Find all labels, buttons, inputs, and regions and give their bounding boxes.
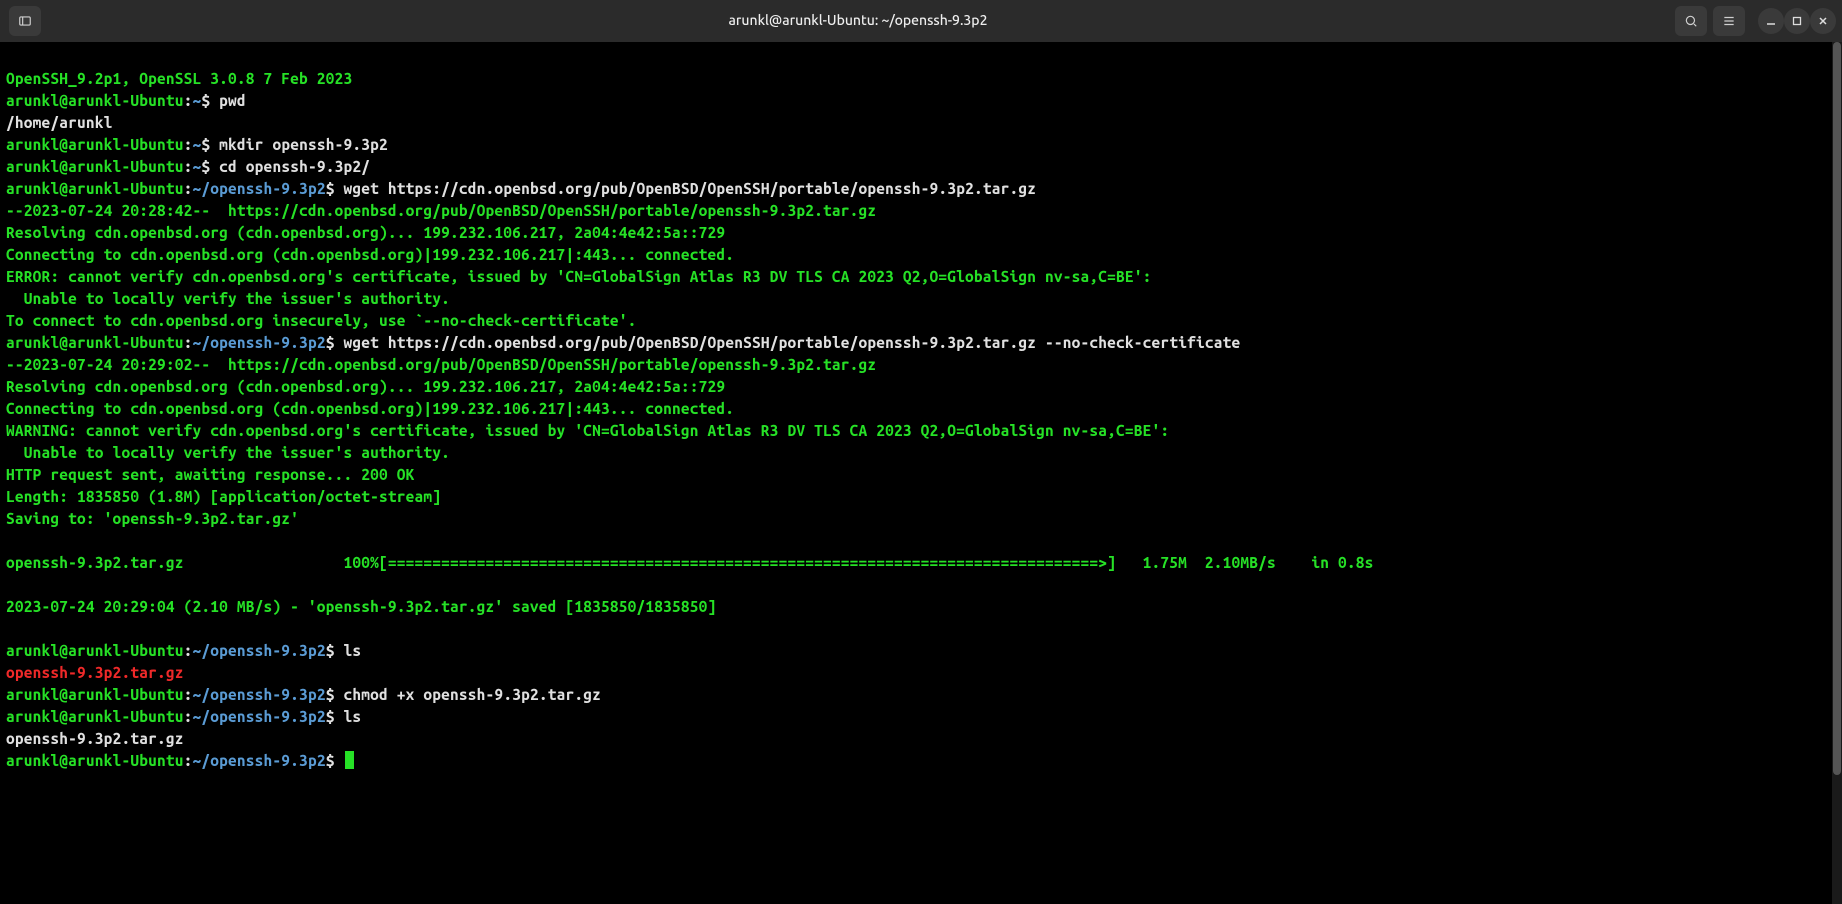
maximize-button[interactable] bbox=[1784, 8, 1810, 34]
output-line: Unable to locally verify the issuer's au… bbox=[6, 444, 450, 461]
command-text: mkdir openssh-9.3p2 bbox=[210, 136, 388, 153]
output-line bbox=[6, 532, 15, 549]
output-line: Connecting to cdn.openbsd.org (cdn.openb… bbox=[6, 246, 734, 263]
progress-line: openssh-9.3p2.tar.gz 100%[==============… bbox=[6, 554, 1374, 571]
output-line: WARNING: cannot verify cdn.openbsd.org's… bbox=[6, 422, 1169, 439]
output-line: Resolving cdn.openbsd.org (cdn.openbsd.o… bbox=[6, 378, 725, 395]
cursor-block bbox=[345, 751, 354, 769]
output-line: Resolving cdn.openbsd.org (cdn.openbsd.o… bbox=[6, 224, 725, 241]
new-tab-button[interactable] bbox=[9, 6, 41, 36]
output-line bbox=[6, 620, 15, 637]
command-text: cd openssh-9.3p2/ bbox=[210, 158, 370, 175]
output-line: /home/arunkl bbox=[6, 114, 113, 131]
command-text: ls bbox=[335, 708, 362, 725]
output-line: To connect to cdn.openbsd.org insecurely… bbox=[6, 312, 636, 329]
command-text: wget https://cdn.openbsd.org/pub/OpenBSD… bbox=[335, 180, 1037, 197]
output-line bbox=[6, 576, 15, 593]
output-line: OpenSSH_9.2p1, OpenSSL 3.0.8 7 Feb 2023 bbox=[6, 70, 352, 87]
output-line: Connecting to cdn.openbsd.org (cdn.openb… bbox=[6, 400, 734, 417]
menu-button[interactable] bbox=[1713, 6, 1745, 36]
output-line: HTTP request sent, awaiting response... … bbox=[6, 466, 414, 483]
output-line: --2023-07-24 20:29:02-- https://cdn.open… bbox=[6, 356, 876, 373]
titlebar: arunkl@arunkl-Ubuntu: ~/openssh-9.3p2 bbox=[0, 0, 1842, 42]
command-text: ls bbox=[335, 642, 362, 659]
file-listing: openssh-9.3p2.tar.gz bbox=[6, 730, 184, 747]
scrollbar-track[interactable] bbox=[1832, 42, 1842, 904]
command-text: wget https://cdn.openbsd.org/pub/OpenBSD… bbox=[335, 334, 1241, 351]
output-line: Length: 1835850 (1.8M) [application/octe… bbox=[6, 488, 441, 505]
file-listing-red: openssh-9.3p2.tar.gz bbox=[6, 664, 184, 681]
close-button[interactable] bbox=[1810, 8, 1836, 34]
command-text: pwd bbox=[210, 92, 246, 109]
scrollbar-thumb[interactable] bbox=[1833, 42, 1841, 775]
terminal-body[interactable]: OpenSSH_9.2p1, OpenSSL 3.0.8 7 Feb 2023 … bbox=[0, 42, 1842, 776]
output-line: 2023-07-24 20:29:04 (2.10 MB/s) - 'opens… bbox=[6, 598, 716, 615]
output-line: Saving to: 'openssh-9.3p2.tar.gz' bbox=[6, 510, 299, 527]
prompt-user: arunkl@arunkl-Ubuntu bbox=[6, 92, 184, 109]
output-line: Unable to locally verify the issuer's au… bbox=[6, 290, 450, 307]
output-line: ERROR: cannot verify cdn.openbsd.org's c… bbox=[6, 268, 1152, 285]
output-line: --2023-07-24 20:28:42-- https://cdn.open… bbox=[6, 202, 876, 219]
window-title: arunkl@arunkl-Ubuntu: ~/openssh-9.3p2 bbox=[729, 11, 988, 31]
command-text: chmod +x openssh-9.3p2.tar.gz bbox=[335, 686, 601, 703]
minimize-button[interactable] bbox=[1758, 8, 1784, 34]
search-button[interactable] bbox=[1675, 6, 1707, 36]
